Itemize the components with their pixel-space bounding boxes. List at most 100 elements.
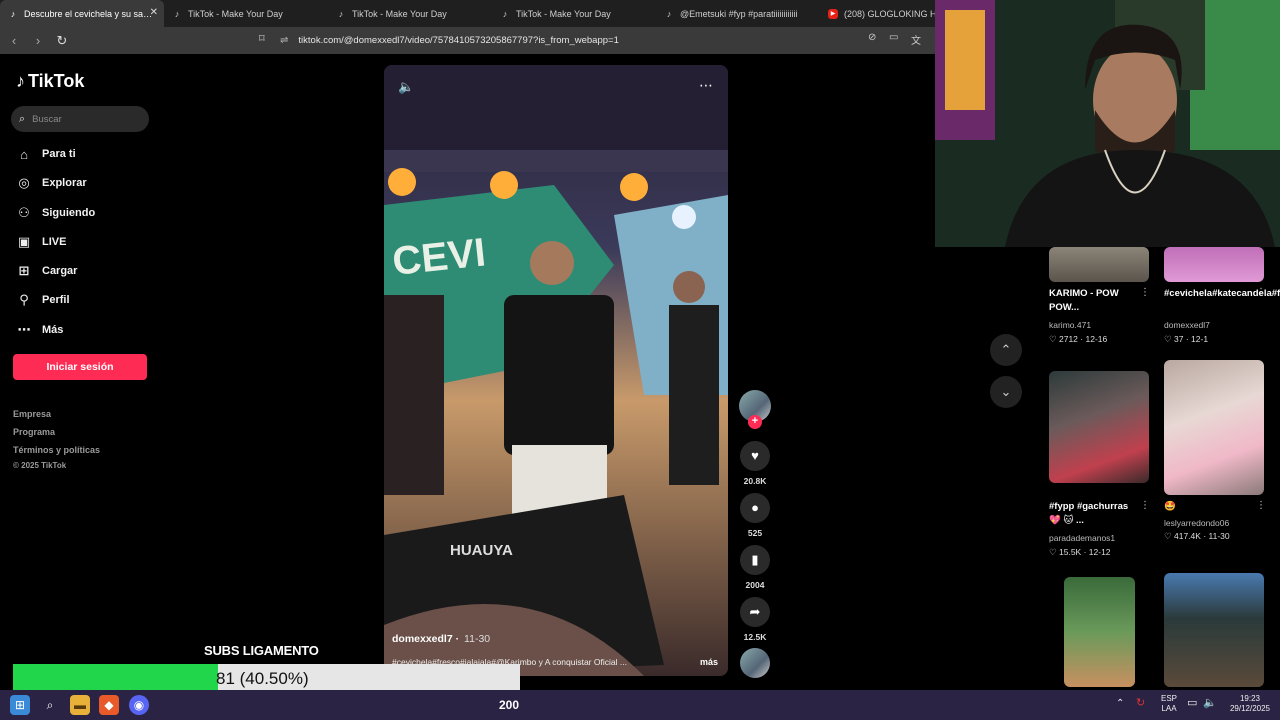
more-options-icon[interactable]: ⋮ [1256, 500, 1266, 511]
nav-item-explorar[interactable]: ◎ Explorar [15, 173, 87, 193]
nav-item-perfil[interactable]: ⚲ Perfil [15, 290, 69, 310]
browser-tab[interactable]: ♪ TikTok - Make Your Day [492, 0, 656, 27]
nav-label: Explorar [42, 177, 87, 189]
brave-browser-icon[interactable]: ◆ [99, 695, 119, 715]
video-author[interactable]: domexxedl7 · 11-30 [392, 633, 490, 645]
nav-label: Más [42, 324, 64, 336]
like-button[interactable]: ♥ [740, 441, 770, 471]
more-options-icon[interactable]: ⋮ [1140, 287, 1150, 298]
search-placeholder: Buscar [32, 113, 62, 125]
video-thumbnail[interactable] [1164, 360, 1264, 495]
more-icon: ⋯ [17, 322, 31, 337]
volume-icon[interactable]: 🔈 [398, 79, 414, 95]
browser-tab[interactable]: ♪ Descubre el cevichela y su sabor ✕ [0, 0, 164, 27]
more-options-icon[interactable]: ⋮ [1140, 500, 1150, 511]
comment-button[interactable]: ● [740, 493, 770, 523]
video-card-stats: ♡ 37 · 12-1 [1164, 334, 1209, 344]
webcam-overlay [935, 0, 1280, 247]
taskbar-counter: 200 [499, 698, 520, 712]
video-thumbnail[interactable] [1049, 371, 1149, 483]
comment-count: 525 [747, 528, 763, 538]
save-button[interactable]: ▮ [740, 545, 770, 575]
nav-label: Cargar [42, 265, 78, 277]
previous-video-button[interactable]: ⌃ [990, 334, 1022, 366]
footer-link-programa[interactable]: Programa [13, 427, 55, 437]
nav-item-cargar[interactable]: ⊞ Cargar [15, 261, 78, 281]
video-card-user[interactable]: leslyarredondo06 [1164, 518, 1229, 528]
nav-item-siguiendo[interactable]: ⚇ Siguiendo [15, 203, 95, 223]
video-card-user[interactable]: paradademanos1 [1049, 533, 1115, 543]
author-name: domexxedl7 [392, 633, 453, 645]
tab-label: TikTok - Make Your Day [516, 8, 611, 19]
lang-layout: LAA [1161, 704, 1177, 713]
bookmark-icon[interactable]: ⌑ [259, 32, 265, 45]
windows-start-icon[interactable]: ⊞ [10, 695, 30, 715]
search-icon[interactable]: ⌕ [40, 695, 60, 715]
nav-item-mas[interactable]: ⋯ Más [15, 320, 64, 340]
video-thumbnail[interactable] [1164, 247, 1264, 282]
next-video-button[interactable]: ⌄ [990, 376, 1022, 408]
nav-item-live[interactable]: ▣ LIVE [15, 232, 67, 252]
video-card-title[interactable]: #cevichela#katecandela#fuego@K... [1164, 287, 1280, 301]
logo-text: TikTok [28, 71, 85, 91]
reload-icon[interactable]: ↻ [52, 31, 72, 51]
more-caption-button[interactable]: más [700, 657, 718, 667]
close-icon[interactable]: ✕ [150, 7, 158, 18]
volume-icon[interactable]: 🔈 [1203, 698, 1217, 709]
browser-tab[interactable]: ♪ TikTok - Make Your Day [328, 0, 492, 27]
address-bar[interactable]: ⇌ tiktok.com/@domexxedl7/video/757841057… [280, 31, 930, 50]
video-card-stats: ♡ 15.5K · 12-12 [1049, 547, 1111, 557]
sync-icon[interactable]: ↻ [1136, 698, 1145, 709]
discord-icon[interactable]: ◉ [129, 695, 149, 715]
search-input[interactable]: ⌕ Buscar [11, 106, 149, 132]
back-icon[interactable]: ‹ [4, 31, 24, 51]
video-thumbnail[interactable] [1164, 573, 1264, 687]
file-explorer-icon[interactable]: ▬ [70, 695, 90, 715]
more-options-icon[interactable]: ⋯ [699, 77, 714, 94]
login-button[interactable]: Iniciar sesión [13, 354, 147, 380]
video-card-title[interactable]: 🤩 [1164, 500, 1256, 514]
tiktok-icon: ♪ [174, 8, 180, 19]
like-count: 417.4K [1174, 531, 1201, 541]
video-card-title[interactable]: #fypp #gachurras 💖 🐱 ... [1049, 500, 1141, 528]
like-count: 20.8K [743, 476, 767, 486]
share-icon: ➦ [749, 604, 761, 619]
video-thumbnail[interactable] [1064, 577, 1135, 687]
nav-item-para-ti[interactable]: ⌂ Para ti [15, 144, 76, 164]
search-icon: ⌕ [19, 112, 26, 125]
nav-label: Siguiendo [42, 207, 96, 219]
like-count: 2712 [1059, 334, 1078, 344]
site-info-icon[interactable]: ⇌ [280, 35, 288, 46]
heart-outline-icon: ♡ [1049, 547, 1057, 557]
translate-icon[interactable]: 文 [911, 32, 921, 47]
video-card-title[interactable]: KARIMO - POW POW... [1049, 287, 1141, 315]
browser-tab[interactable]: ♪ @Emetsuki #fyp #paratiiiiiiiiiiii [656, 0, 820, 27]
network-icon[interactable]: ▭ [1187, 698, 1197, 709]
share-button[interactable]: ➦ [740, 597, 770, 627]
footer-link-empresa[interactable]: Empresa [13, 409, 51, 419]
subs-goal-title: SUBS LIGAMENTO [204, 643, 319, 658]
tiktok-logo[interactable]: ♪ TikTok [16, 71, 84, 92]
music-disc-avatar[interactable] [740, 648, 770, 678]
cast-icon[interactable]: ▭ [889, 32, 898, 43]
no-tracking-icon[interactable]: ⊘ [868, 32, 876, 43]
post-date: 12-1 [1191, 334, 1209, 344]
url-text: tiktok.com/@domexxedl7/video/75784105732… [298, 35, 619, 46]
clock[interactable]: 19:23 29/12/2025 [1224, 694, 1276, 714]
video-thumbnail[interactable] [1049, 247, 1149, 282]
chevron-up-icon[interactable]: ⌃ [1116, 699, 1124, 709]
post-date: 12-16 [1085, 334, 1108, 344]
video-card-user[interactable]: karimo.471 [1049, 320, 1091, 330]
home-icon: ⌂ [20, 146, 28, 162]
forward-icon[interactable]: › [28, 31, 48, 51]
taskbar: ⊞ ⌕ ▬ ◆ ◉ 200 ⌃ ↻ ESP LAA ▭ 🔈 19:23 29/12/… [0, 690, 1280, 720]
video-card-user[interactable]: domexxedl7 [1164, 320, 1210, 330]
browser-tab[interactable]: ♪ TikTok - Make Your Day [164, 0, 328, 27]
footer-link-terminos[interactable]: Términos y políticas [13, 445, 100, 455]
save-count: 2004 [745, 580, 765, 590]
nav-label: Para ti [42, 148, 76, 160]
follow-plus-icon[interactable]: + [748, 415, 762, 429]
language-indicator[interactable]: ESP LAA [1158, 694, 1180, 714]
video-player[interactable]: CEVI HUAUYA 🔈 ⋯ domexxedl7 · 11-30 #cevi… [384, 65, 728, 676]
more-options-icon[interactable]: ⋮ [1256, 287, 1266, 298]
